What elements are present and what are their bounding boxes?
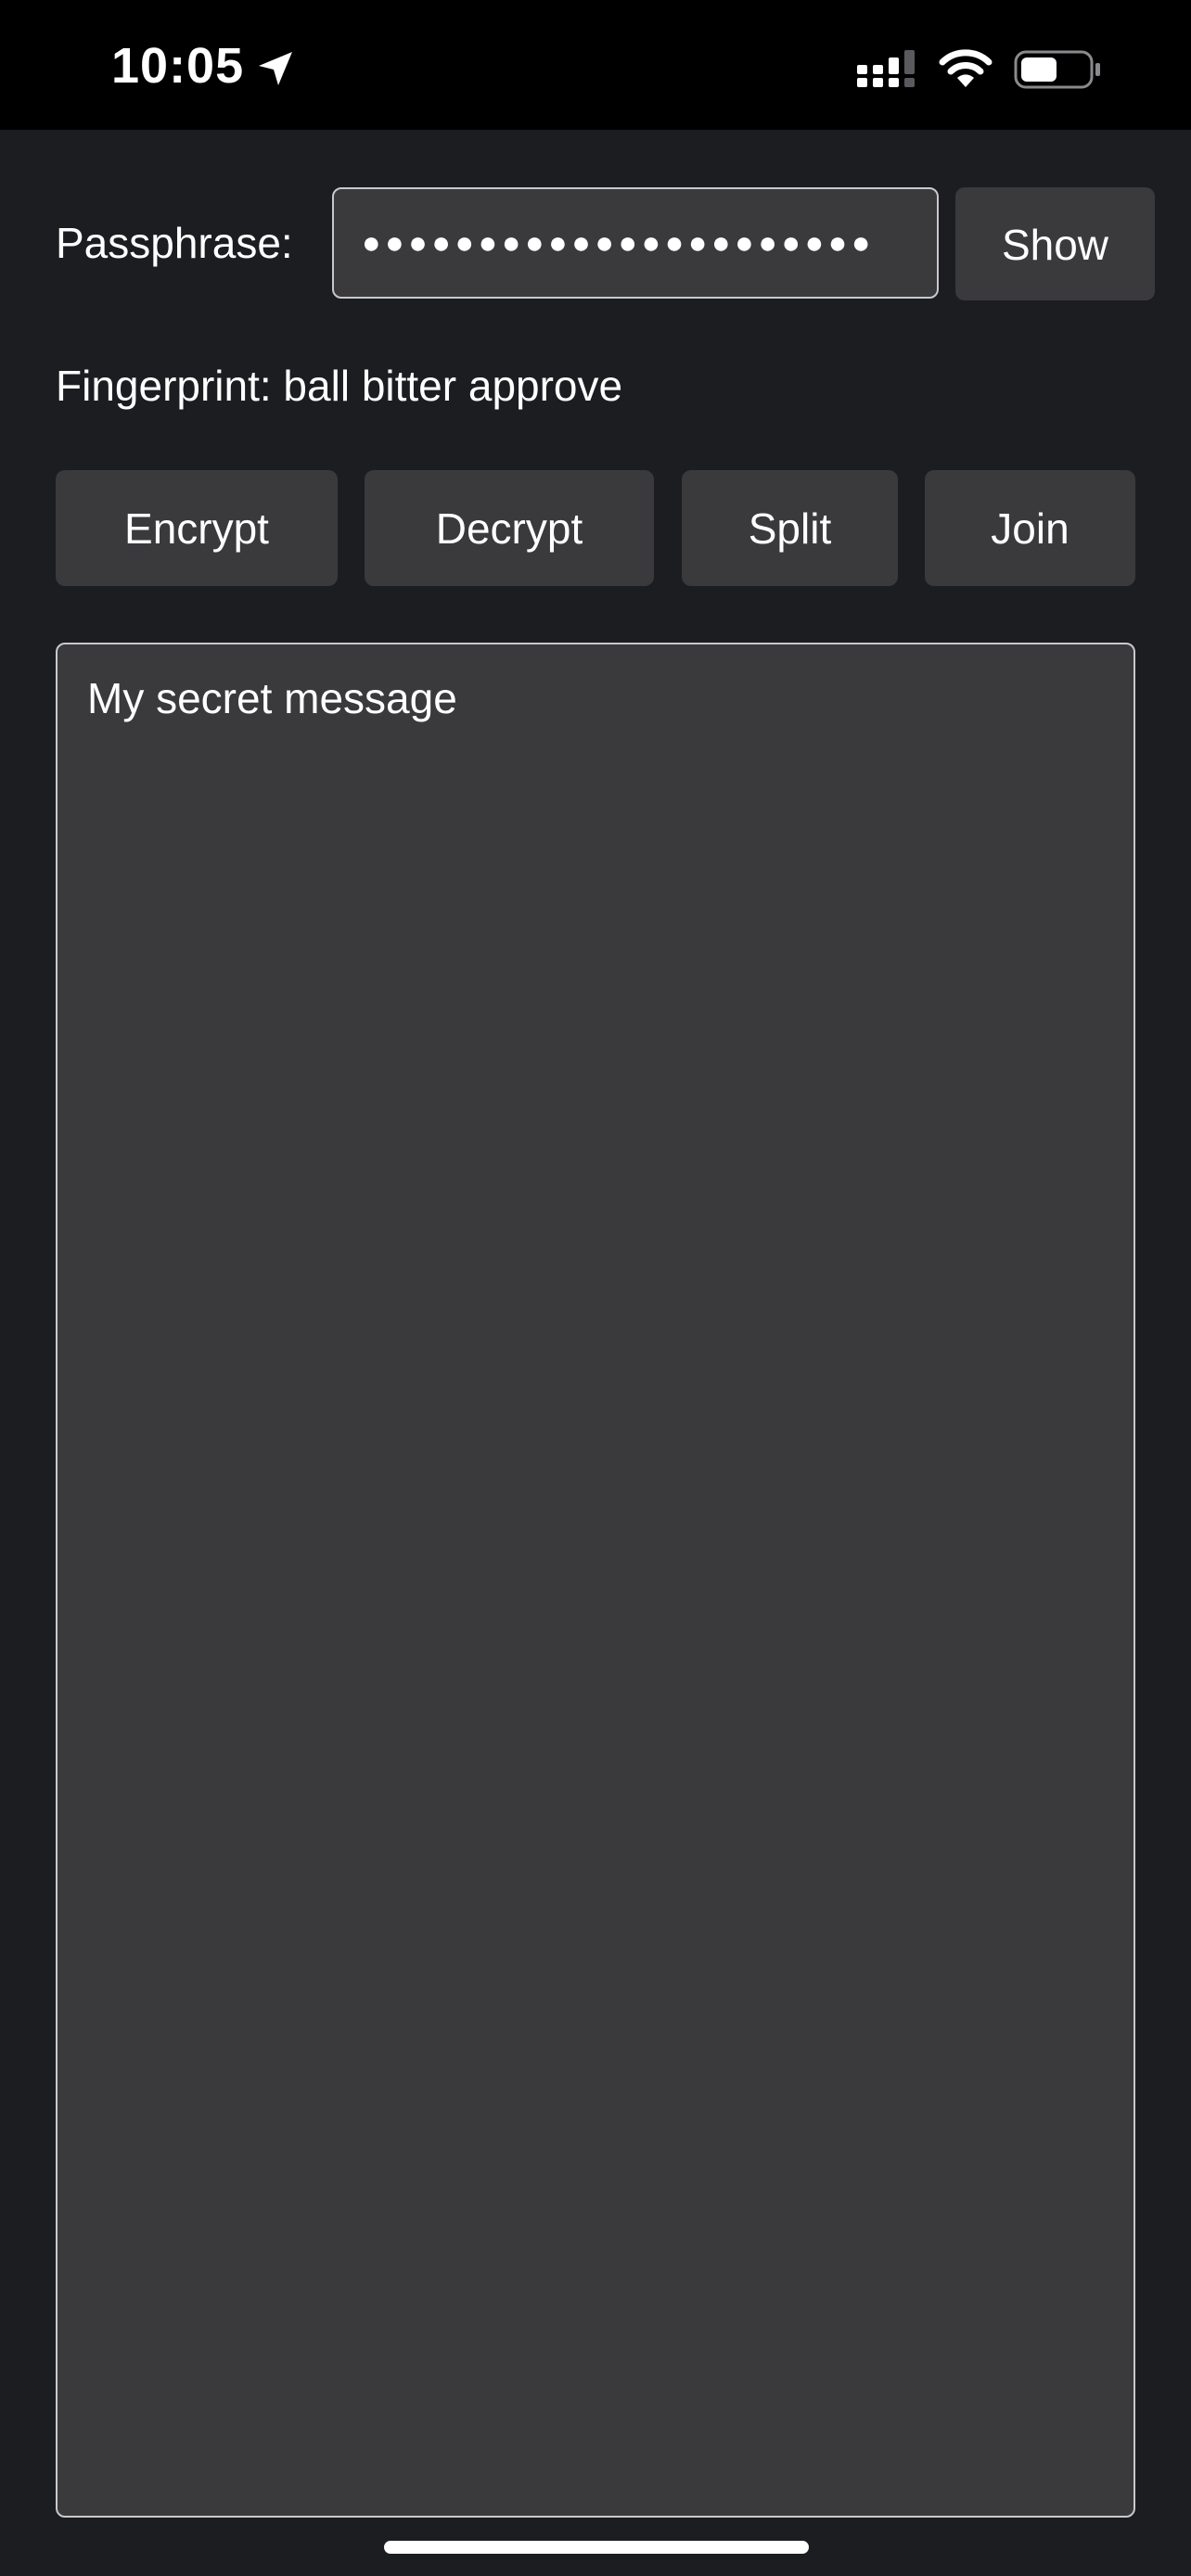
location-arrow-icon [259,52,292,85]
split-button[interactable]: Split [682,470,898,586]
passphrase-input[interactable]: ●●●●●●●●●●●●●●●●●●●●●● [332,187,939,299]
fingerprint-text: Fingerprint: ball bitter approve [56,362,623,410]
battery-icon [1014,50,1100,89]
join-button[interactable]: Join [925,470,1135,586]
passphrase-masked-value: ●●●●●●●●●●●●●●●●●●●●●● [362,225,875,261]
decrypt-button[interactable]: Decrypt [365,470,654,586]
wifi-icon [939,49,992,87]
home-indicator[interactable] [384,2541,809,2554]
passphrase-label: Passphrase: [56,219,293,267]
encrypt-button[interactable]: Encrypt [56,470,338,586]
status-bar: 10:05 [0,0,1191,130]
show-button[interactable]: Show [955,187,1155,300]
status-time: 10:05 [111,38,245,94]
message-textarea[interactable]: My secret message [56,643,1135,2518]
message-text: My secret message [87,674,457,722]
cellular-signal-icon [857,50,915,87]
